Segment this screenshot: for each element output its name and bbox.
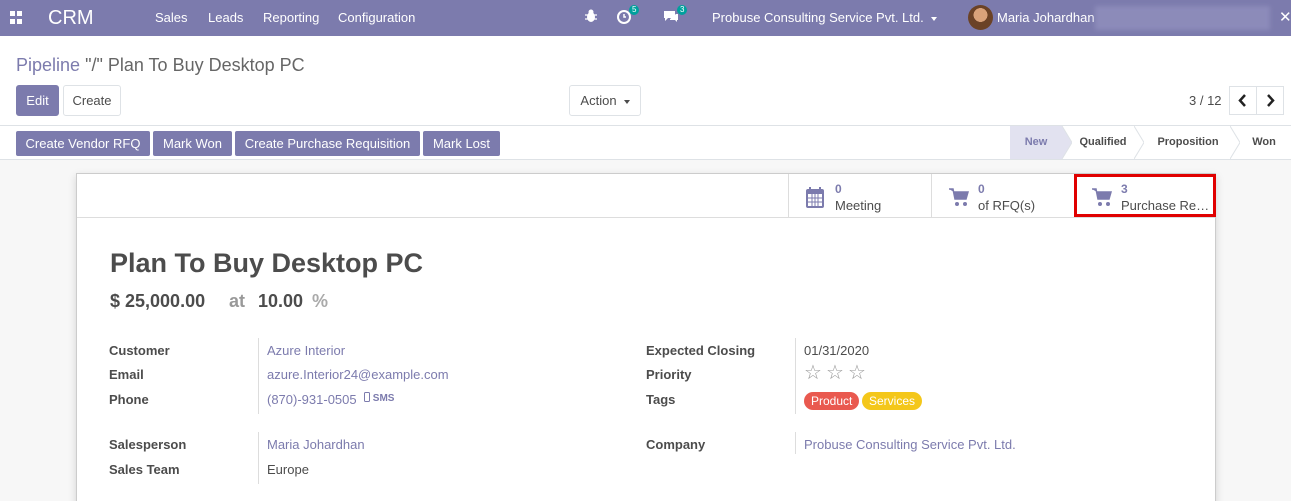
meeting-smart-button[interactable]: 0 Meeting [788,174,931,218]
mobile-icon [364,392,370,402]
pager-next-button[interactable] [1256,86,1284,115]
tag-services[interactable]: Services [862,392,923,410]
sales-team-value[interactable]: Europe [267,462,309,478]
stage-won[interactable]: Won [1244,126,1284,159]
email-label: Email [109,367,144,382]
priority-label: Priority [646,367,692,382]
customer-label: Customer [109,343,170,358]
pager-previous-button[interactable] [1229,86,1257,115]
user-name[interactable]: Maria Johardhan [997,10,1095,26]
field-separator [795,338,796,414]
create-vendor-rfq-button[interactable]: Create Vendor RFQ [16,131,150,156]
chevron-left-icon [1238,94,1246,107]
apps-menu-icon[interactable] [10,11,24,25]
smart-button-box: 0 Meeting 0 of RFQ(s) 3 Purchase Requisi… [77,174,1216,218]
meeting-label: Meeting [835,198,882,213]
company-label: Company [646,437,706,452]
cart-icon [949,188,969,206]
action-dropdown[interactable]: Action [569,85,641,116]
salesperson-label: Salesperson [109,437,187,452]
sms-label: SMS [372,393,395,404]
rfq-count: 0 [978,182,985,196]
pager-value[interactable]: 3 / 12 [1189,93,1222,109]
menu-configuration[interactable]: Configuration [338,10,415,26]
activities-clock-icon[interactable]: 5 [616,5,640,28]
chevron-down-icon [930,16,937,21]
priority-star-icon[interactable]: ☆ [804,363,822,383]
mark-won-button[interactable]: Mark Won [153,131,232,156]
priority-star-icon[interactable]: ☆ [848,363,866,383]
revenue-at-label: at [229,291,246,311]
control-panel: Pipeline "/" Plan To Buy Desktop PC Edit… [0,36,1291,126]
phone-label: Phone [109,392,149,407]
menu-sales[interactable]: Sales [155,10,188,26]
phone-link[interactable]: (870)-931-0505 [267,392,357,408]
stage-proposition[interactable]: Proposition [1148,126,1228,159]
action-dropdown-label: Action [580,93,617,108]
stage-chevron-icon [1134,126,1144,159]
create-button[interactable]: Create [63,85,121,116]
chevron-right-icon [1267,94,1275,107]
company-switcher[interactable]: Probuse Consulting Service Pvt. Ltd. [712,10,937,26]
user-avatar[interactable] [968,5,993,30]
send-sms-button[interactable]: SMS [364,392,394,406]
company-link[interactable]: Probuse Consulting Service Pvt. Ltd. [804,437,1016,453]
stage-chevron-icon [1230,126,1240,159]
field-separator [258,338,259,414]
customer-link[interactable]: Azure Interior [267,343,345,359]
company-switcher-label: Probuse Consulting Service Pvt. Ltd. [712,10,924,25]
record-title[interactable]: Plan To Buy Desktop PC [110,246,423,280]
rfq-label: of RFQ(s) [978,198,1036,213]
edit-button[interactable]: Edit [16,85,59,116]
tags-label: Tags [646,392,676,407]
form-statusbar: Create Vendor RFQ Mark Won Create Purcha… [0,126,1291,160]
redacted-area [1095,6,1270,30]
tag-product[interactable]: Product [804,392,860,410]
salesperson-link[interactable]: Maria Johardhan [267,437,365,453]
highlight-box [1074,174,1216,217]
create-purchase-requisition-button[interactable]: Create Purchase Requisition [235,131,420,156]
breadcrumb-pipeline-link[interactable]: Pipeline [16,55,80,75]
stage-pipeline: New Qualified Proposition Won [1010,126,1291,159]
messages-count-badge: 3 [677,5,688,15]
messages-chat-icon[interactable]: 3 [663,5,691,28]
expected-closing-value[interactable]: 01/31/2020 [804,343,869,359]
rfq-smart-button[interactable]: 0 of RFQ(s) [931,174,1074,218]
form-sheet: 0 Meeting 0 of RFQ(s) 3 Purchase Requisi… [76,173,1216,501]
email-link[interactable]: azure.Interior24@example.com [267,367,449,383]
app-brand[interactable]: CRM [48,6,94,30]
debug-bug-icon[interactable] [584,8,600,28]
menu-leads[interactable]: Leads [208,10,243,26]
menu-reporting[interactable]: Reporting [263,10,319,26]
expected-revenue[interactable]: $ 25,000.00 [110,290,205,312]
priority-star-icon[interactable]: ☆ [826,363,844,383]
stage-qualified[interactable]: Qualified [1072,126,1134,159]
activities-count-badge: 5 [629,5,640,15]
breadcrumb: Pipeline "/" Plan To Buy Desktop PC [16,54,305,76]
chevron-down-icon [623,99,630,104]
stage-chevron-icon [1062,126,1072,159]
close-icon[interactable]: ✕ [1279,8,1291,26]
mark-lost-button[interactable]: Mark Lost [423,131,500,156]
stage-new[interactable]: New [1010,126,1062,159]
sales-team-label: Sales Team [109,462,180,477]
percent-sign: % [312,291,329,311]
top-navbar: CRM Sales Leads Reporting Configuration … [0,0,1291,36]
probability-value[interactable]: 10.00 [258,290,303,312]
expected-closing-label: Expected Closing [646,343,756,358]
calendar-icon [806,187,824,208]
meeting-count: 0 [835,182,842,196]
breadcrumb-separator: "/" [85,55,103,75]
breadcrumb-current: Plan To Buy Desktop PC [107,55,305,75]
field-separator [795,432,796,454]
field-separator [258,432,259,484]
